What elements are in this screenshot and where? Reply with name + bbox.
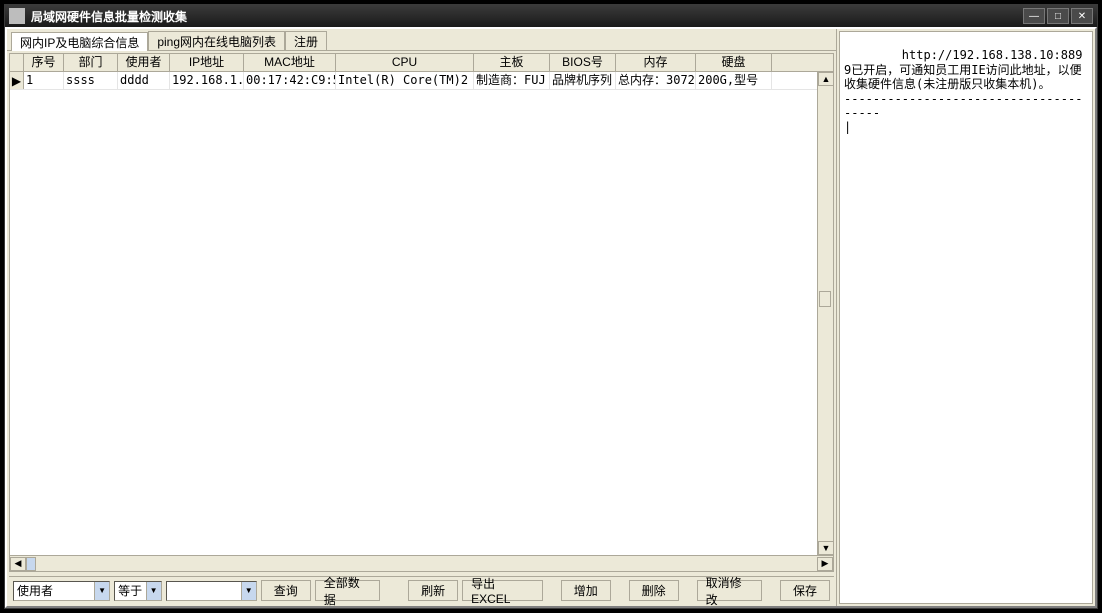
- grid-body[interactable]: ▶1ssssdddd192.168.1.1000:17:42:C9:57Inte…: [10, 72, 833, 555]
- tab-register[interactable]: 注册: [285, 31, 327, 50]
- cell[interactable]: ssss: [64, 72, 118, 90]
- column-header[interactable]: 内存: [616, 54, 696, 72]
- cell[interactable]: Intel(R) Core(TM)2: [336, 72, 474, 90]
- add-button[interactable]: 增加: [561, 580, 611, 601]
- log-text: http://192.168.138.10:8899已开启，可通知员工用IE访问…: [844, 48, 1082, 134]
- cell[interactable]: 200G,型号: [696, 72, 772, 90]
- column-header[interactable]: 部门: [64, 54, 118, 72]
- column-header[interactable]: 硬盘: [696, 54, 772, 72]
- filter-field-value: 使用者: [14, 582, 94, 600]
- row-indicator-icon: ▶: [10, 72, 24, 89]
- filter-value-combo[interactable]: ▼: [166, 581, 257, 601]
- tab-ping-list[interactable]: ping网内在线电脑列表: [148, 31, 285, 50]
- scroll-down-button[interactable]: ▼: [818, 541, 834, 555]
- column-header[interactable]: BIOS号: [550, 54, 616, 72]
- column-header[interactable]: [10, 54, 24, 72]
- filter-field-combo[interactable]: 使用者 ▼: [13, 581, 110, 601]
- column-header[interactable]: IP地址: [170, 54, 244, 72]
- maximize-button[interactable]: □: [1047, 8, 1069, 24]
- export-excel-button[interactable]: 导出EXCEL: [462, 580, 543, 601]
- cell[interactable]: 00:17:42:C9:57: [244, 72, 336, 90]
- horizontal-scrollbar[interactable]: ◀ ▶: [10, 555, 833, 571]
- grid-header: 序号部门使用者IP地址MAC地址CPU主板BIOS号内存硬盘: [10, 54, 833, 72]
- tab-row: 网内IP及电脑综合信息 ping网内在线电脑列表 注册: [7, 29, 836, 51]
- all-data-button[interactable]: 全部数据: [315, 580, 381, 601]
- tab-ip-info[interactable]: 网内IP及电脑综合信息: [11, 32, 148, 51]
- cell[interactable]: 192.168.1.10: [170, 72, 244, 90]
- cell[interactable]: 1: [24, 72, 64, 90]
- cancel-edit-button[interactable]: 取消修改: [697, 580, 763, 601]
- cell[interactable]: 制造商：FUJ: [474, 72, 550, 90]
- vertical-scrollbar[interactable]: ▲ ▼: [817, 72, 833, 555]
- chevron-down-icon[interactable]: ▼: [146, 582, 161, 600]
- scroll-thumb[interactable]: [819, 291, 831, 307]
- app-icon: [9, 8, 25, 24]
- data-grid[interactable]: 序号部门使用者IP地址MAC地址CPU主板BIOS号内存硬盘 ▶1ssssddd…: [9, 53, 834, 572]
- window-title: 局域网硬件信息批量检测收集: [31, 8, 1023, 25]
- column-header[interactable]: 使用者: [118, 54, 170, 72]
- chevron-down-icon[interactable]: ▼: [241, 582, 256, 600]
- filter-op-value: 等于: [115, 582, 146, 600]
- cell[interactable]: dddd: [118, 72, 170, 90]
- column-header[interactable]: MAC地址: [244, 54, 336, 72]
- scroll-up-button[interactable]: ▲: [818, 72, 834, 86]
- column-header[interactable]: CPU: [336, 54, 474, 72]
- cell[interactable]: 品牌机序列: [550, 72, 616, 90]
- minimize-button[interactable]: —: [1023, 8, 1045, 24]
- close-button[interactable]: ✕: [1071, 8, 1093, 24]
- save-button[interactable]: 保存: [780, 580, 830, 601]
- filter-op-combo[interactable]: 等于 ▼: [114, 581, 162, 601]
- refresh-button[interactable]: 刷新: [408, 580, 458, 601]
- hscroll-thumb[interactable]: [26, 557, 36, 571]
- cell[interactable]: 总内存：3072: [616, 72, 696, 90]
- column-header[interactable]: 主板: [474, 54, 550, 72]
- log-panel[interactable]: http://192.168.138.10:8899已开启，可通知员工用IE访问…: [839, 31, 1093, 604]
- column-header[interactable]: 序号: [24, 54, 64, 72]
- scroll-left-button[interactable]: ◀: [10, 557, 26, 571]
- table-row[interactable]: ▶1ssssdddd192.168.1.1000:17:42:C9:57Inte…: [10, 72, 833, 90]
- scroll-right-button[interactable]: ▶: [817, 557, 833, 571]
- chevron-down-icon[interactable]: ▼: [94, 582, 109, 600]
- query-button[interactable]: 查询: [261, 580, 311, 601]
- titlebar: 局域网硬件信息批量检测收集 — □ ✕: [5, 5, 1097, 27]
- filter-value-text: [167, 582, 241, 600]
- bottom-toolbar: 使用者 ▼ 等于 ▼ ▼ 查询 全部数据 刷新 导出EXCEL: [9, 576, 834, 604]
- delete-button[interactable]: 删除: [629, 580, 679, 601]
